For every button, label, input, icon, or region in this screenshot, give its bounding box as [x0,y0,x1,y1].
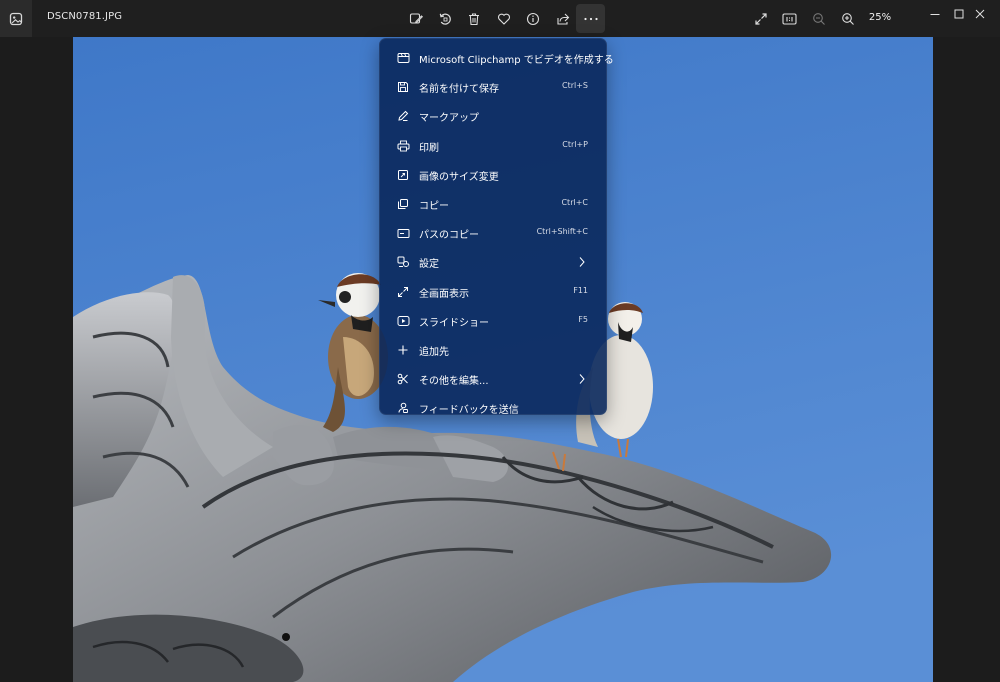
share-button[interactable] [548,4,577,33]
menu-item-clipchamp[interactable]: Microsoft Clipchamp でビデオを作成する [380,43,614,72]
delete-button[interactable] [459,4,488,33]
photos-app-icon [9,12,23,25]
markup-pen-icon [396,109,410,123]
menu-item-edit-more[interactable]: その他を編集... [380,364,606,393]
menu-item-shortcut: Ctrl+P [562,139,588,149]
menu-item-label: マークアップ [419,113,479,125]
menu-item-label: フィードバックを送信 [419,405,519,417]
menu-item-label: スライドショー [419,317,489,329]
expand-icon [754,12,767,25]
fit-to-window-button[interactable] [746,4,775,33]
actual-size-icon [782,12,797,25]
menu-item-label: 設定 [419,259,439,271]
menu-item-label: 画像のサイズ変更 [419,171,499,183]
more-options-button[interactable] [576,4,605,33]
chevron-right-icon [579,257,585,268]
feedback-icon [396,401,410,415]
menu-item-label: コピー [419,200,449,212]
video-editor-icon [396,51,410,65]
resize-image-icon [396,168,410,182]
menu-item-markup[interactable]: マークアップ [380,101,606,130]
zoom-level[interactable]: 25% [865,12,895,23]
app-icon [0,0,32,37]
edit-more-icon [396,372,410,386]
chevron-right-icon [579,374,585,384]
menu-item-shortcut: Ctrl+C [561,197,588,207]
add-icon [396,343,410,357]
zoom-out-button[interactable] [804,4,833,33]
fullscreen-icon [396,285,410,299]
menu-item-label: 名前を付けて保存 [419,84,499,96]
menu-item-send-feedback[interactable]: フィードバックを送信 [380,393,606,422]
menu-item-print[interactable]: 印刷 Ctrl+P [380,131,606,160]
menu-item-copy-path[interactable]: パスのコピー Ctrl+Shift+C [380,218,606,247]
title-bar: DSCN0781.JPG 25% [0,0,1000,37]
menu-item-label: 印刷 [419,142,439,154]
settings-icon [396,255,410,269]
menu-item-settings[interactable]: 設定 [380,247,606,276]
menu-item-shortcut: F5 [578,314,588,324]
rotate-button[interactable] [430,4,459,33]
ellipsis-icon [583,17,598,20]
menu-item-shortcut: Ctrl+Shift+C [536,227,588,237]
save-icon [396,80,410,94]
menu-item-copy[interactable]: コピー Ctrl+C [380,189,606,218]
copy-icon [396,197,410,211]
menu-item-fullscreen[interactable]: 全画面表示 F11 [380,277,606,306]
edit-image-icon [409,12,423,24]
menu-item-save-as[interactable]: 名前を付けて保存 Ctrl+S [380,72,606,101]
share-icon [556,13,569,25]
menu-item-slideshow[interactable]: スライドショー F5 [380,306,606,335]
actual-size-button[interactable] [775,4,804,33]
file-name: DSCN0781.JPG [47,11,123,22]
copy-path-icon [396,226,410,240]
menu-item-add-to[interactable]: 追加先 [380,335,606,364]
slideshow-icon [396,314,410,328]
heart-icon [497,13,510,25]
menu-item-resize-image[interactable]: 画像のサイズ変更 [380,160,606,189]
file-info-button[interactable] [518,4,547,33]
zoom-out-icon [812,12,825,25]
rotate-icon [439,13,451,25]
edit-image-button[interactable] [401,4,430,33]
trash-icon [468,12,479,25]
close-button[interactable] [960,0,1000,28]
more-options-menu: Microsoft Clipchamp でビデオを作成する 名前を付けて保存 C… [379,38,614,416]
menu-item-label: 全画面表示 [419,288,469,300]
menu-item-label: 追加先 [419,346,449,358]
menu-item-label: Microsoft Clipchamp でビデオを作成する [419,55,614,66]
menu-item-label: パスのコピー [419,230,479,242]
zoom-in-icon [841,12,854,25]
favorite-button[interactable] [489,4,518,33]
close-icon [975,9,985,19]
print-icon [396,139,410,153]
zoom-in-button[interactable] [833,4,862,33]
menu-item-label: その他を編集... [419,376,489,388]
info-icon [526,12,539,25]
menu-item-shortcut: F11 [573,285,588,295]
menu-item-shortcut: Ctrl+S [561,81,588,91]
